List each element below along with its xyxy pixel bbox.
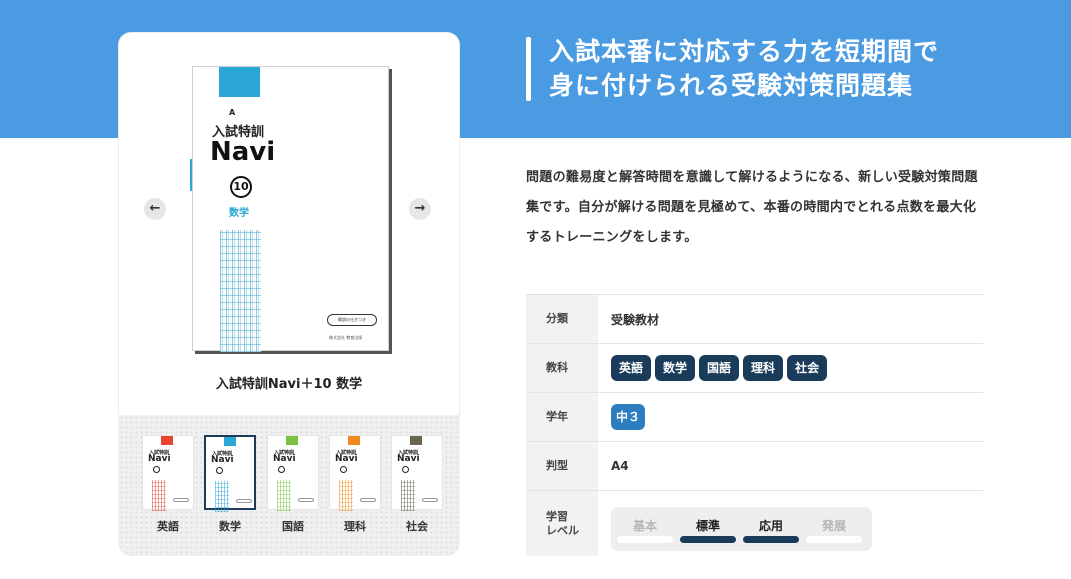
level-bar — [680, 536, 736, 543]
subject-pill: 社会 — [787, 355, 828, 381]
cover-badge: 解説の仕方つき — [327, 314, 377, 326]
thumbnail-plaid-pattern — [277, 480, 291, 511]
thumbnail-label[interactable]: 理科 — [325, 518, 385, 534]
spec-label: 教科 — [526, 344, 598, 392]
thumbnail-1[interactable]: 入試特訓 Navi — [142, 435, 194, 511]
publisher-logo-icon: A — [229, 108, 236, 117]
thumbnail-name: Navi — [335, 454, 358, 464]
spec-label: 学年 — [526, 393, 598, 441]
thumbnail-badge — [298, 498, 314, 502]
thumbnail-color-block — [348, 436, 360, 445]
thumbnail-color-block — [224, 437, 236, 446]
level-item: 標準 — [678, 507, 738, 551]
arrow-right-icon[interactable]: → — [409, 198, 431, 220]
level-bar — [743, 536, 799, 543]
level-label: 標準 — [695, 519, 720, 533]
spec-row-level: 学習 レベル 基本 標準 応用 発展 — [526, 490, 983, 556]
thumbnail-2[interactable]: 入試特訓 Navi — [204, 435, 256, 512]
subject-pills: 英語 数学 国語 理科 社会 — [611, 344, 831, 392]
thumbnail-color-block — [161, 436, 173, 445]
spec-value: 受験教材 — [611, 312, 660, 327]
thumbnail-label[interactable]: 社会 — [387, 518, 447, 534]
hero-title: 入試本番に対応する力を短期間で 身に付けられる受験対策問題集 — [549, 35, 939, 103]
thumbnail-number-icon — [153, 466, 160, 473]
thumbnail-number-icon — [216, 467, 223, 474]
thumbnail-number-icon — [402, 466, 409, 473]
cover-number: 10 — [230, 176, 252, 198]
thumbnail-plaid-pattern — [215, 481, 229, 512]
thumbnail-color-block — [410, 436, 422, 445]
thumbnail-5[interactable]: 入試特訓 Navi — [391, 435, 443, 511]
product-description: 問題の難易度と解答時間を意識して解けるようになる、新しい受験対策問題集です。自分… — [526, 170, 978, 245]
subject-pill: 英語 — [611, 355, 652, 381]
thumbnail-4[interactable]: 入試特訓 Navi — [329, 435, 381, 511]
thumbnail-badge — [422, 498, 438, 502]
spec-row-grade: 学年 中３ — [526, 392, 983, 441]
cover-name: Navi — [210, 137, 276, 167]
level-label: 応用 — [758, 519, 783, 533]
level-item: 基本 — [615, 507, 675, 551]
thumbnail-badge — [173, 498, 189, 502]
subject-pill: 理科 — [743, 355, 784, 381]
book-cover-main[interactable]: A 入試特訓 Navi 10 数学 解説の仕方つき 株式会社 教育出版 — [190, 66, 389, 352]
product-card: A 入試特訓 Navi 10 数学 解説の仕方つき 株式会社 教育出版 ← → … — [119, 33, 459, 555]
level-bar — [617, 536, 673, 543]
thumbnail-plaid-pattern — [401, 480, 415, 511]
thumbnail-plaid-pattern — [152, 480, 166, 511]
spec-row-category: 分類 受験教材 — [526, 294, 983, 343]
spec-label: 分類 — [526, 295, 598, 343]
level-item: 発展 — [804, 507, 864, 551]
spec-label: 学習 レベル — [526, 491, 598, 556]
grade-value: 中３ — [611, 393, 649, 441]
thumbnail-color-block — [286, 436, 298, 445]
hero-title-line2: 身に付けられる受験対策問題集 — [549, 71, 914, 100]
subject-pill: 数学 — [655, 355, 696, 381]
thumbnail-plaid-pattern — [339, 480, 353, 511]
level-label: 基本 — [632, 519, 657, 533]
thumbnail-label[interactable]: 英語 — [138, 518, 198, 534]
spec-row-subject: 教科 英語 数学 国語 理科 社会 — [526, 343, 983, 392]
cover-subject: 数学 — [229, 208, 249, 219]
spec-table: 分類 受験教材 教科 英語 数学 国語 理科 社会 学年 中３ 判型 A4 学習… — [526, 294, 983, 556]
thumbnail-number-icon — [278, 466, 285, 473]
thumbnail-name: Navi — [211, 455, 234, 465]
thumbnail-name: Navi — [273, 454, 296, 464]
subject-pill: 国語 — [699, 355, 740, 381]
thumbnail-name: Navi — [397, 454, 420, 464]
cover-publisher: 株式会社 教育出版 — [329, 335, 363, 340]
cover-color-block — [219, 67, 260, 97]
level-bar — [806, 536, 862, 543]
level-label: 発展 — [821, 519, 846, 533]
thumbnail-3[interactable]: 入試特訓 Navi — [267, 435, 319, 511]
thumbnail-label[interactable]: 数学 — [200, 518, 260, 534]
hero-title-line1: 入試本番に対応する力を短期間で — [549, 37, 940, 66]
product-title: 入試特訓Navi＋10 数学 — [215, 377, 363, 392]
spec-row-format: 判型 A4 — [526, 441, 983, 490]
hero-accent-bar — [526, 37, 531, 101]
spec-value: A4 — [611, 459, 629, 473]
thumbnail-label[interactable]: 国語 — [263, 518, 323, 534]
level-indicator: 基本 標準 応用 発展 — [611, 507, 872, 551]
grade-pill: 中３ — [611, 404, 646, 430]
thumbnail-strip: 入試特訓 Navi 英語 入試特訓 Navi 数学 入試特訓 Navi 国語 入試特訓 Navi 理科… — [119, 415, 459, 555]
spec-label: 判型 — [526, 442, 598, 490]
thumbnail-badge — [360, 498, 376, 502]
cover-accent-line — [190, 159, 192, 191]
thumbnail-name: Navi — [148, 454, 171, 464]
cover-plaid-pattern — [220, 230, 261, 352]
thumbnail-number-icon — [340, 466, 347, 473]
thumbnail-badge — [236, 499, 252, 503]
arrow-left-icon[interactable]: ← — [144, 198, 166, 220]
level-item: 応用 — [741, 507, 801, 551]
